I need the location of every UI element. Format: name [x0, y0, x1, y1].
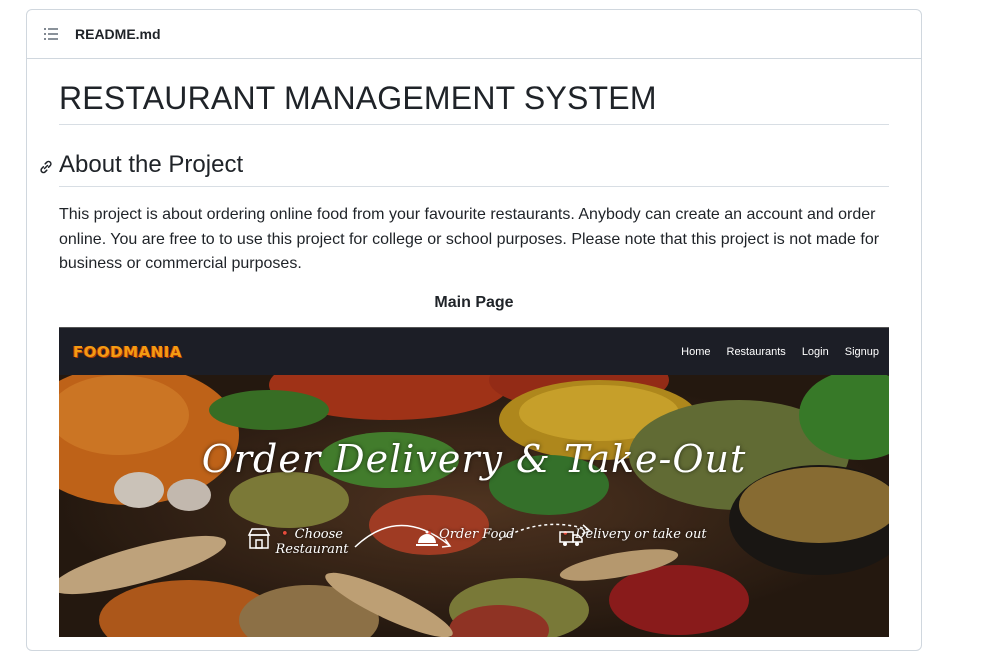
hero-title: Order Delivery & Take-Out: [201, 436, 747, 481]
page-title: RESTAURANT MANAGEMENT SYSTEM: [59, 70, 889, 125]
about-section: About the Project: [40, 149, 889, 187]
main-page-screenshot: FOODMANIA Home Restaurants Login Signup: [59, 326, 889, 637]
readme-header: README.md: [27, 10, 921, 59]
table-of-contents-icon[interactable]: [43, 26, 59, 42]
step-choose-restaurant: • Choose Restaurant: [247, 527, 377, 557]
image-caption: Main Page: [434, 293, 514, 311]
nav-link-signup[interactable]: Signup: [845, 346, 879, 358]
section-heading: About the Project: [59, 149, 889, 187]
readme-content: RESTAURANT MANAGEMENT SYSTEM About the P…: [40, 70, 889, 637]
site-nav-links: Home Restaurants Login Signup: [681, 346, 879, 358]
store-icon: [247, 527, 271, 549]
hero-banner: Order Delivery & Take-Out • Choose Restau…: [59, 374, 889, 637]
site-navbar: FOODMANIA Home Restaurants Login Signup: [59, 326, 889, 376]
step-label: Order Food: [439, 526, 515, 542]
site-logo: FOODMANIA: [73, 342, 182, 361]
delivery-truck-icon: [559, 530, 583, 546]
step-delivery: • Delivery or take out: [559, 526, 709, 546]
link-anchor-icon[interactable]: [38, 159, 54, 175]
step-bullet: •: [280, 526, 289, 542]
project-description: This project is about ordering online fo…: [59, 206, 880, 272]
nav-link-restaurants[interactable]: Restaurants: [727, 346, 786, 358]
nav-link-login[interactable]: Login: [802, 346, 829, 358]
step-order-food: •Order Food: [415, 526, 525, 546]
nav-link-home[interactable]: Home: [681, 346, 710, 358]
step-label: Delivery or take out: [575, 526, 707, 542]
cloche-icon: [416, 530, 438, 546]
readme-panel: README.md RESTAURANT MANAGEMENT SYSTEM A…: [26, 9, 922, 651]
readme-file-name: README.md: [75, 26, 161, 42]
spices-background-image: [59, 374, 889, 637]
